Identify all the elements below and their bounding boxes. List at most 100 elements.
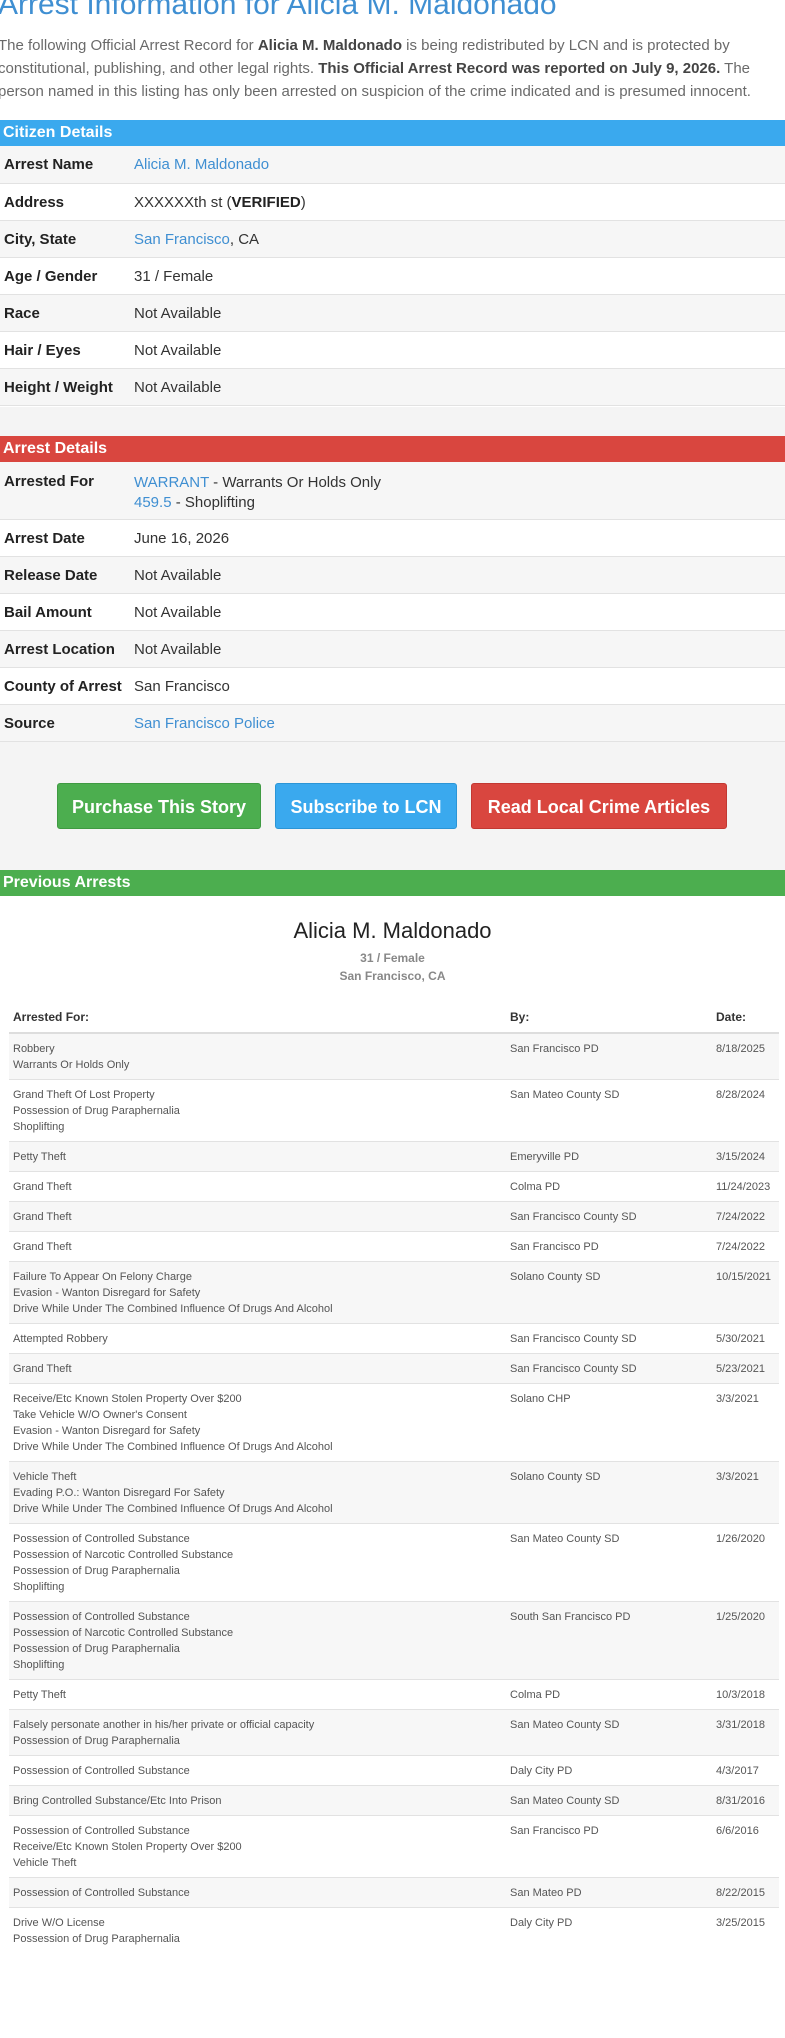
date-cell: 8/22/2015 (712, 1877, 779, 1908)
citizen-row-age: Age / Gender 31 / Female (0, 258, 785, 295)
charge-item: Drive W/O License (13, 1917, 105, 1929)
date-cell: 5/23/2021 (712, 1353, 779, 1384)
page-title: Arrest Information for Alicia M. Maldona… (0, 0, 557, 22)
agency-cell: San Francisco PD (506, 1032, 712, 1080)
hair-eyes-value: Not Available (134, 341, 222, 359)
subscribe-button[interactable]: Subscribe to LCN (275, 783, 457, 829)
table-row: Grand Theft San Francisco County SD 5/23/2… (9, 1353, 779, 1384)
charge-item: Vehicle Theft (13, 1857, 77, 1869)
charges-cell: Possession of Controlled Substance Posses… (9, 1601, 506, 1680)
charges-cell: Grand Theft (9, 1353, 506, 1384)
charge-desc-2: - Shoplifting (171, 494, 255, 511)
table-row: Possession of Controlled Substance Daly C… (9, 1755, 779, 1786)
agency-cell: Colma PD (506, 1679, 712, 1710)
previous-arrests-header: Previous Arrests (0, 870, 785, 896)
arrest-details-table: Arrested For WARRANT - Warrants Or Holds… (0, 462, 785, 742)
agency-cell: Solano County SD (506, 1261, 712, 1324)
charges-cell: Attempted Robbery (9, 1323, 506, 1354)
arrest-row-county: County of Arrest San Francisco (0, 668, 785, 705)
charge-item: Possession of Controlled Substance (13, 1533, 190, 1545)
agency-cell: San Francisco County SD (506, 1201, 712, 1232)
purchase-story-button[interactable]: Purchase This Story (57, 783, 261, 829)
arrest-name-link[interactable]: Alicia M. Maldonado (134, 156, 269, 173)
city-link[interactable]: San Francisco (134, 231, 230, 248)
charge-item: Grand Theft (13, 1181, 72, 1193)
section-spacer (0, 407, 785, 436)
column-date: Date: (712, 1002, 779, 1034)
arrest-row-source: Source San Francisco Police (0, 705, 785, 742)
citizen-row-address: Address XXXXXXth st (VERIFIED) (0, 184, 785, 221)
address-value: XXXXXXth st ( (134, 193, 232, 211)
charge-item: Possession of Controlled Substance (13, 1611, 190, 1623)
citizen-row-name: Arrest Name Alicia M. Maldonado (0, 146, 785, 184)
charge-item: Possession of Drug Paraphernalia (13, 1735, 180, 1747)
table-row: Grand Theft Colma PD 11/24/2023 (9, 1171, 779, 1202)
table-row: Vehicle Theft Evading P.O.: Wanton Disreg… (9, 1461, 779, 1524)
citizen-label-height: Height / Weight (4, 378, 113, 396)
source-link[interactable]: San Francisco Police (134, 715, 275, 732)
page-title-name: Alicia M. Maldonado (286, 0, 557, 21)
charges-cell: Grand Theft Of Lost Property Possession o… (9, 1079, 506, 1142)
bail-amount-value: Not Available (134, 603, 222, 621)
charge-item: Warrants Or Holds Only (13, 1059, 130, 1071)
table-row: Receive/Etc Known Stolen Property Over $… (9, 1383, 779, 1462)
agency-cell: Solano County SD (506, 1461, 712, 1524)
arrest-label-release: Release Date (4, 566, 98, 584)
charge-item: Possession of Drug Paraphernalia (13, 1565, 180, 1577)
charge-item: Possession of Narcotic Controlled Substa… (13, 1627, 234, 1639)
intro-paragraph: The following Official Arrest Record for… (0, 34, 780, 103)
column-by: By: (506, 1002, 712, 1034)
charges-cell: Grand Theft (9, 1231, 506, 1262)
charge-code-459-5[interactable]: 459.5 (134, 494, 172, 511)
charges-cell: Drive W/O License Possession of Drug Para… (9, 1907, 506, 1953)
citizen-label-city: City, State (4, 230, 77, 248)
address-verified: VERIFIED (231, 193, 301, 211)
arrest-label-location: Arrest Location (4, 640, 115, 658)
date-cell: 5/30/2021 (712, 1323, 779, 1354)
table-row: Petty Theft Emeryville PD 3/15/2024 (9, 1141, 779, 1172)
date-cell: 7/24/2022 (712, 1231, 779, 1262)
arrest-details-header: Arrest Details (0, 436, 785, 462)
release-date-value: Not Available (134, 566, 222, 584)
charge-item: Shoplifting (13, 1581, 65, 1593)
county-value: San Francisco (134, 677, 230, 695)
date-cell: 4/3/2017 (712, 1755, 779, 1786)
charge-item: Possession of Controlled Substance (13, 1887, 190, 1899)
arrest-label-date: Arrest Date (4, 529, 85, 547)
intro-text-1: The following Official Arrest Record for (0, 37, 258, 54)
charge-item: Grand Theft (13, 1241, 72, 1253)
table-row: Drive W/O License Possession of Drug Para… (9, 1907, 779, 1953)
agency-cell: San Mateo County SD (506, 1709, 712, 1756)
charge-item: Take Vehicle W/O Owner's Consent (13, 1409, 187, 1421)
table-row: Petty Theft Colma PD 10/3/2018 (9, 1679, 779, 1710)
charge-code-warrant[interactable]: WARRANT (134, 474, 209, 491)
date-cell: 3/15/2024 (712, 1141, 779, 1172)
arrest-label-county: County of Arrest (4, 677, 122, 695)
read-articles-button[interactable]: Read Local Crime Articles (471, 783, 727, 829)
charges-cell: Vehicle Theft Evading P.O.: Wanton Disreg… (9, 1461, 506, 1524)
charge-item: Evasion - Wanton Disregard for Safety (13, 1287, 201, 1299)
agency-cell: Colma PD (506, 1171, 712, 1202)
charge-item: Possession of Drug Paraphernalia (13, 1105, 180, 1117)
table-row: Failure To Appear On Felony Charge Evasio… (9, 1261, 779, 1324)
date-cell: 6/6/2016 (712, 1815, 779, 1878)
table-row: Robbery Warrants Or Holds Only San Francis… (9, 1032, 779, 1080)
charges-cell: Possession of Controlled Substance (9, 1877, 506, 1908)
charge-item: Drive While Under The Combined Influence… (13, 1303, 333, 1315)
arrest-label-bail: Bail Amount (4, 603, 92, 621)
previous-arrests-table: Arrested For: By: Date: Robbery Warrants … (9, 1002, 779, 1953)
date-cell: 3/25/2015 (712, 1907, 779, 1953)
charge-item: Drive While Under The Combined Influence… (13, 1441, 333, 1453)
agency-cell: San Francisco PD (506, 1231, 712, 1262)
table-row: Possession of Controlled Substance Receiv… (9, 1815, 779, 1878)
charge-item: Shoplifting (13, 1659, 65, 1671)
table-row: Possession of Controlled Substance Posses… (9, 1523, 779, 1602)
table-row: Possession of Controlled Substance San Ma… (9, 1877, 779, 1908)
age-gender-value: 31 / Female (134, 267, 214, 285)
agency-cell: San Mateo PD (506, 1877, 712, 1908)
charges-cell: Failure To Appear On Felony Charge Evasio… (9, 1261, 506, 1324)
citizen-label-address: Address (4, 193, 65, 211)
date-cell: 1/26/2020 (712, 1523, 779, 1602)
intro-name: Alicia M. Maldonado (257, 37, 403, 54)
page-title-prefix: Arrest Information for (0, 0, 287, 21)
